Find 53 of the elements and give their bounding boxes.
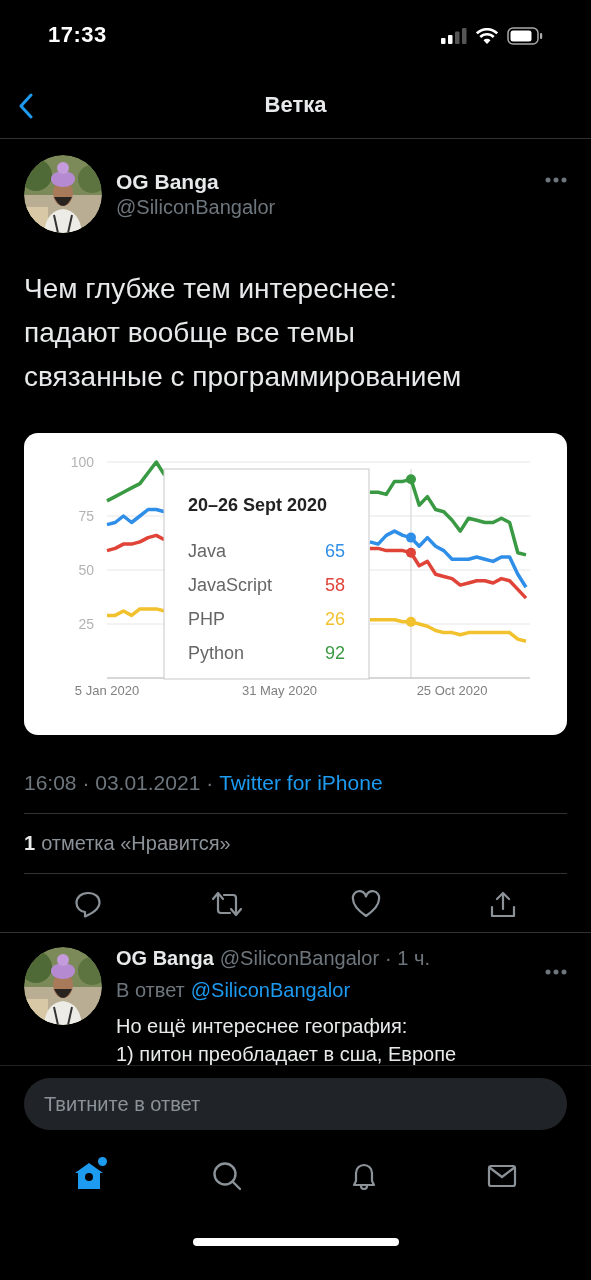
more-icon[interactable]	[545, 969, 567, 975]
data-point-marker	[406, 547, 416, 558]
tooltip-value: 92	[324, 643, 345, 663]
x-tick-label: 31 May 2020	[241, 683, 318, 698]
wifi-icon	[475, 27, 499, 45]
signal-icon	[441, 28, 467, 44]
more-icon[interactable]	[545, 177, 567, 183]
status-time: 17:33	[48, 22, 107, 48]
x-tick-label: 25 Oct 2020	[416, 683, 488, 698]
screen-title: Ветка	[264, 92, 327, 118]
reply-author-name[interactable]: OG Banga	[116, 947, 214, 970]
tooltip-label: Java	[188, 541, 227, 561]
share-icon	[489, 890, 518, 918]
tooltip-label: Python	[188, 643, 245, 663]
reply-text-line: 1) питон преобладает в сша, Европе	[116, 1042, 458, 1065]
author-handle[interactable]: @SiliconBangalor	[116, 195, 531, 219]
like-label[interactable]: отметка «Нравится»	[41, 832, 231, 855]
tooltip-value: 26	[324, 609, 345, 629]
reply-time: · 1 ч.	[385, 947, 430, 970]
back-button[interactable]	[18, 93, 34, 119]
tooltip-label: PHP	[188, 609, 225, 629]
tweet-text: Чем глубже тем интереснее: падают вообще все темы связанные с программированием	[24, 272, 463, 394]
source-link[interactable]: Twitter for iPhone	[219, 771, 383, 795]
in-reply-label: В ответ	[116, 979, 185, 1002]
search-icon	[210, 1160, 243, 1192]
mention-link[interactable]: @SiliconBangalor	[190, 979, 351, 1002]
tooltip-title: 20–26 Sept 2020	[188, 495, 328, 515]
retweet-button[interactable]	[209, 890, 244, 918]
tooltip-value: 58	[324, 575, 345, 595]
tooltip-label: JavaScript	[188, 575, 273, 595]
reply-author-handle[interactable]: @SiliconBangalor	[219, 947, 380, 970]
y-tick-label: 75	[78, 508, 94, 524]
data-point-marker	[406, 616, 416, 627]
like-button[interactable]	[351, 890, 382, 918]
y-tick-label: 50	[78, 562, 94, 578]
reply-input-field[interactable]: Твитните в ответ	[24, 1078, 567, 1130]
speech-bubble-icon	[73, 890, 102, 918]
like-count[interactable]: 1	[24, 832, 36, 855]
reply-text-line: Но ещё интереснее география:	[116, 1014, 409, 1039]
share-button[interactable]	[489, 890, 518, 918]
data-point-marker	[406, 532, 416, 543]
heart-icon	[351, 890, 382, 918]
y-tick-label: 25	[78, 616, 94, 632]
tweet-timestamp: 16:08 · 03.01.2021 ·	[24, 771, 214, 795]
retweet-icon	[209, 890, 244, 918]
data-point-marker	[406, 474, 416, 485]
reply-button[interactable]	[73, 890, 102, 918]
author-name[interactable]: OG Banga	[116, 169, 531, 194]
battery-icon	[507, 27, 543, 45]
back-icon	[18, 93, 34, 119]
x-tick-label: 5 Jan 2020	[74, 683, 140, 698]
tooltip-value: 65	[324, 541, 345, 561]
y-tick-label: 100	[70, 454, 94, 470]
